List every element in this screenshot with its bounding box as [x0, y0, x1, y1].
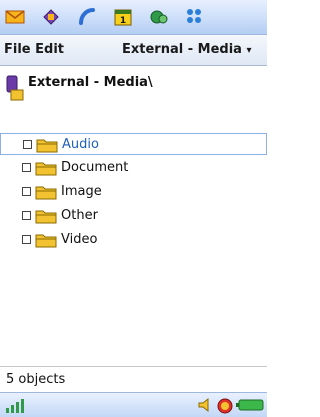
signal-icon	[6, 399, 24, 413]
status-text: 5 objects	[6, 372, 66, 387]
folder-icon	[35, 210, 57, 224]
expand-box[interactable]	[23, 140, 32, 149]
folder-tree: Audio Document Image Other Video	[0, 122, 267, 362]
tree-item-label: Video	[61, 232, 98, 247]
phone-icon[interactable]	[74, 5, 100, 29]
path-header: External - Media\	[0, 66, 267, 114]
calendar-icon[interactable]: 1	[110, 5, 136, 29]
expand-box[interactable]	[22, 211, 31, 220]
expand-box[interactable]	[22, 235, 31, 244]
tree-item-document[interactable]: Document	[0, 157, 267, 179]
apps-grid-icon[interactable]	[182, 5, 208, 29]
folder-icon	[36, 139, 58, 153]
mail-icon[interactable]	[2, 5, 28, 29]
tree-item-audio[interactable]: Audio	[0, 133, 267, 155]
app-icon-bar: 1	[0, 0, 267, 35]
file-edit-menu[interactable]: File Edit	[4, 42, 64, 57]
tree-item-label: Other	[61, 208, 98, 223]
folder-icon	[35, 186, 57, 200]
tree-item-image[interactable]: Image	[0, 181, 267, 203]
volume-icon[interactable]	[197, 397, 213, 413]
media-card-icon	[6, 75, 24, 101]
folder-icon	[35, 162, 57, 176]
contacts-icon[interactable]	[146, 5, 172, 29]
tree-item-video[interactable]: Video	[0, 229, 267, 251]
folder-icon	[35, 234, 57, 248]
tree-item-label: Image	[61, 184, 102, 199]
menu-bar: File Edit External - Media ▾	[0, 35, 267, 66]
messaging-icon[interactable]	[38, 5, 64, 29]
expand-box[interactable]	[22, 163, 31, 172]
system-tray	[0, 392, 267, 417]
tree-item-label: Document	[61, 160, 129, 175]
battery-icon	[236, 399, 264, 411]
page-title: External - Media\	[28, 75, 153, 90]
svg-text:1: 1	[120, 16, 126, 26]
tree-item-label: Audio	[62, 137, 99, 152]
expand-box[interactable]	[22, 187, 31, 196]
status-divider	[0, 366, 267, 367]
tree-item-other[interactable]: Other	[0, 205, 267, 227]
location-menu[interactable]: External - Media ▾	[122, 42, 252, 57]
chevron-down-icon: ▾	[246, 45, 252, 56]
alarm-icon[interactable]	[216, 396, 234, 414]
location-menu-label: External - Media	[122, 42, 242, 57]
